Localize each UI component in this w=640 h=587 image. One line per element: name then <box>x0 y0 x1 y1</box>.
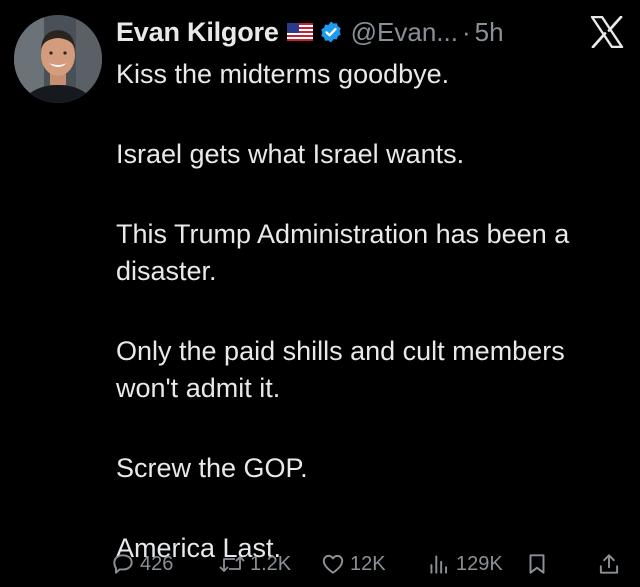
author-handle[interactable]: @Evan... <box>351 17 458 48</box>
action-bar: 426 1.2K 12K 129K <box>110 548 630 580</box>
tweet-paragraph: Israel gets what Israel wants. <box>116 139 465 169</box>
verified-badge-icon <box>319 20 343 44</box>
tweet-paragraph: This Trump Administration has been a dis… <box>116 219 570 286</box>
us-flag-icon <box>286 23 313 41</box>
views-count: 129K <box>456 552 503 575</box>
x-logo-icon[interactable] <box>590 15 624 49</box>
reply-count: 426 <box>140 552 174 575</box>
tweet-paragraph: Screw the GOP. <box>116 453 308 483</box>
tweet-header: Evan Kilgore @Evan... · 5h <box>116 14 504 50</box>
tweet-text: Kiss the midterms goodbye. Israel gets w… <box>116 56 616 567</box>
repost-icon <box>218 551 246 577</box>
bookmark-icon <box>524 551 550 577</box>
bookmark-button[interactable] <box>524 548 550 580</box>
avatar[interactable] <box>14 15 102 103</box>
like-count: 12K <box>350 552 386 575</box>
views-button[interactable]: 129K <box>426 548 503 580</box>
tweet-paragraph: Kiss the midterms goodbye. <box>116 59 450 89</box>
repost-button[interactable]: 1.2K <box>218 548 291 580</box>
separator-dot: · <box>461 16 471 47</box>
reply-button[interactable]: 426 <box>110 548 173 580</box>
heart-icon <box>320 551 346 577</box>
tweet-paragraph: Only the paid shills and cult members wo… <box>116 336 565 403</box>
share-button[interactable] <box>596 548 622 580</box>
timestamp[interactable]: 5h <box>475 17 504 48</box>
reply-icon <box>110 551 136 577</box>
like-button[interactable]: 12K <box>320 548 386 580</box>
author-name[interactable]: Evan Kilgore <box>116 17 279 48</box>
avatar-image <box>14 15 102 103</box>
tweet-card: Evan Kilgore @Evan... · 5h Kiss the midt… <box>0 0 640 587</box>
repost-count: 1.2K <box>250 552 292 575</box>
share-icon <box>596 551 622 577</box>
views-icon <box>426 551 452 577</box>
